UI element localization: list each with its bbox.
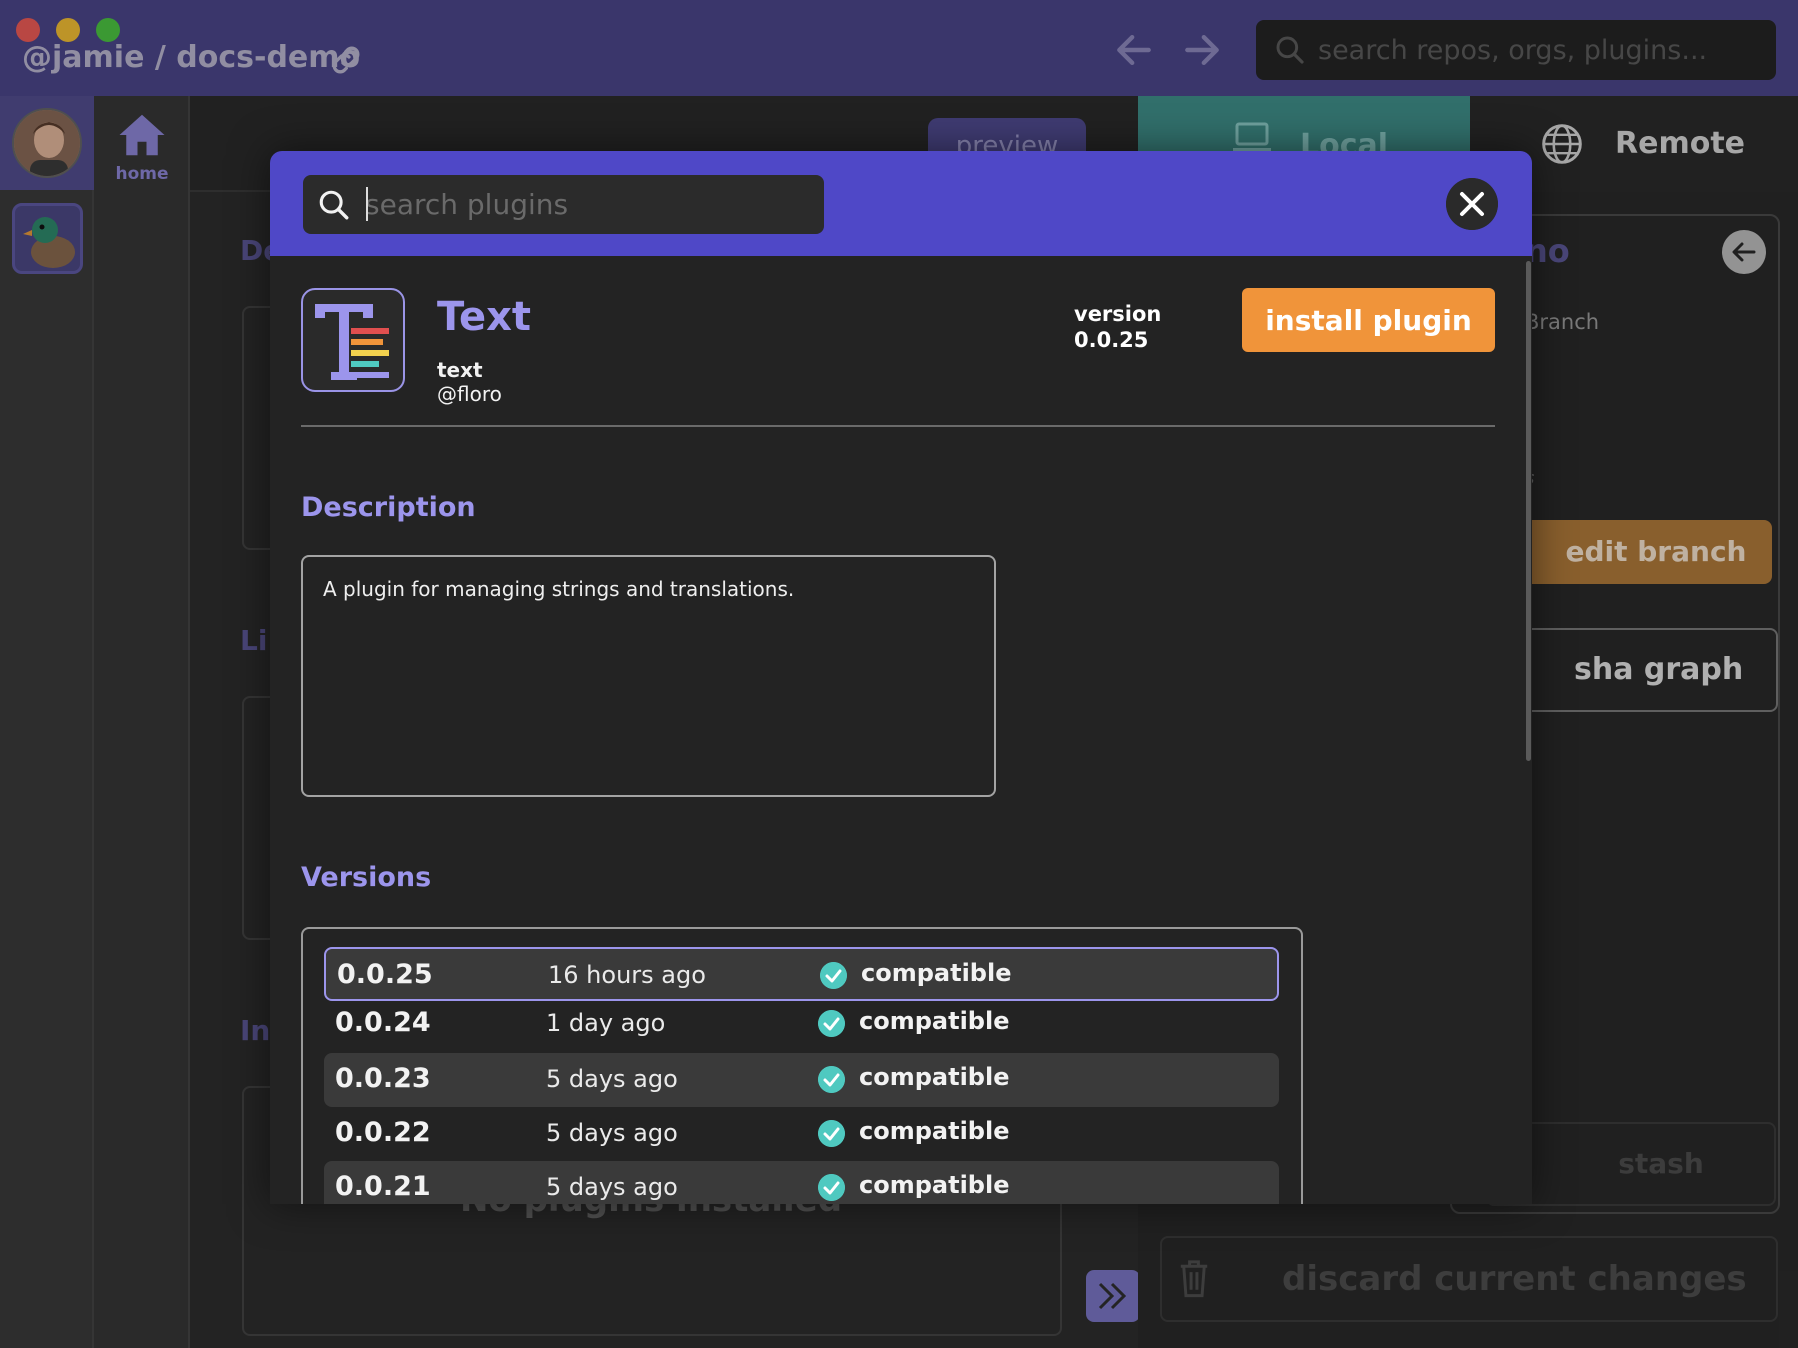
version-status: compatible xyxy=(859,1063,1010,1091)
modal-body[interactable]: Text text @floro version 0.0.25 install … xyxy=(270,256,1532,1204)
version-status: compatible xyxy=(859,1007,1010,1035)
description-text: A plugin for managing strings and transl… xyxy=(323,577,795,601)
version-row[interactable]: 0.0.21 5 days ago compatible xyxy=(324,1161,1279,1204)
check-circle-icon xyxy=(818,1010,845,1037)
check-circle-icon xyxy=(818,1120,845,1147)
version-time: 5 days ago xyxy=(546,1065,678,1093)
version-row[interactable]: 0.0.25 16 hours ago compatible xyxy=(324,947,1279,1001)
header-divider xyxy=(301,425,1495,427)
plugin-owner: @floro xyxy=(437,382,502,406)
check-circle-icon xyxy=(818,1066,845,1093)
plugin-id: text xyxy=(437,358,483,382)
version-time: 5 days ago xyxy=(546,1173,678,1201)
version-time: 16 hours ago xyxy=(548,961,706,989)
text-caret xyxy=(366,187,368,221)
text-plugin-icon xyxy=(301,288,405,392)
version-status: compatible xyxy=(859,1117,1010,1145)
version-number: 0.0.21 xyxy=(335,1171,431,1202)
plugin-modal: Text text @floro version 0.0.25 install … xyxy=(270,151,1532,1204)
version-row[interactable]: 0.0.22 5 days ago compatible xyxy=(324,1107,1279,1161)
version-row[interactable]: 0.0.23 5 days ago compatible xyxy=(324,1053,1279,1107)
version-time: 1 day ago xyxy=(546,1009,666,1037)
version-value: 0.0.25 xyxy=(1074,328,1149,352)
version-number: 0.0.24 xyxy=(335,1007,431,1038)
version-status: compatible xyxy=(859,1171,1010,1199)
modal-header xyxy=(270,151,1532,256)
scrollbar[interactable] xyxy=(1526,261,1531,761)
versions-list: 0.0.25 16 hours ago compatible 0.0.24 1 … xyxy=(301,927,1303,1204)
version-time: 5 days ago xyxy=(546,1119,678,1147)
version-number: 0.0.25 xyxy=(337,959,433,990)
check-circle-icon xyxy=(820,962,847,989)
version-status: compatible xyxy=(861,959,1012,987)
version-number: 0.0.22 xyxy=(335,1117,431,1148)
description-heading: Description xyxy=(301,492,476,523)
version-row[interactable]: 0.0.24 1 day ago compatible xyxy=(324,997,1279,1051)
search-icon xyxy=(319,190,349,220)
plugin-search-field[interactable] xyxy=(303,175,824,234)
versions-heading: Versions xyxy=(301,862,432,893)
check-circle-icon xyxy=(818,1174,845,1201)
description-box: A plugin for managing strings and transl… xyxy=(301,555,996,797)
close-icon[interactable] xyxy=(1446,178,1498,230)
version-label: version xyxy=(1074,302,1162,326)
plugin-name: Text xyxy=(437,294,532,340)
version-number: 0.0.23 xyxy=(335,1063,431,1094)
install-plugin-button[interactable]: install plugin xyxy=(1242,288,1495,352)
plugin-search-input[interactable] xyxy=(365,175,815,234)
